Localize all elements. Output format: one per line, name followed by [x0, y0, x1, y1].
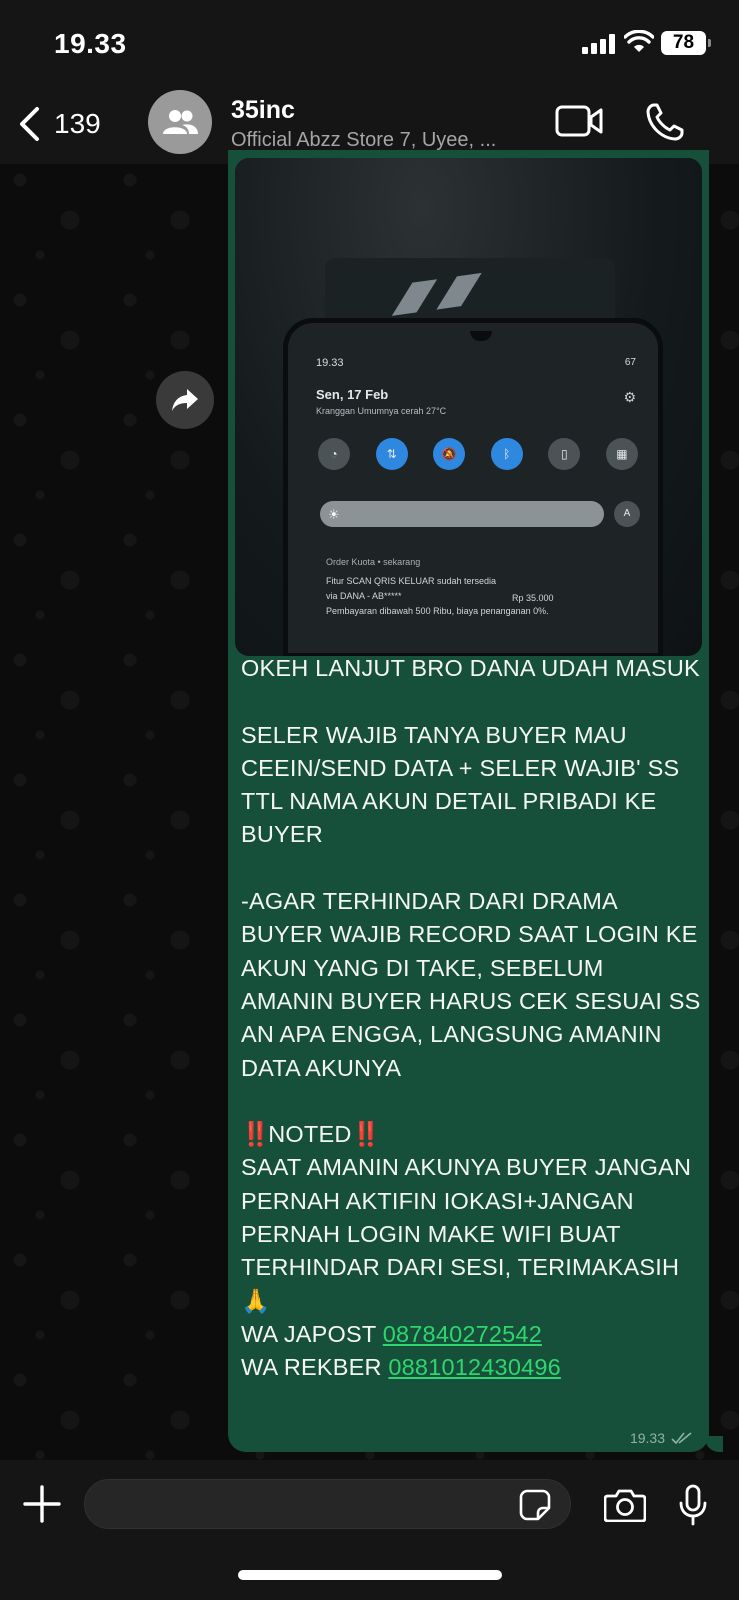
wifi-toggle-icon: ◔ — [318, 438, 350, 470]
video-call-icon[interactable] — [555, 104, 603, 138]
photo-phone-weather: Kranggan Umumnya cerah 27°C — [316, 406, 447, 416]
status-bar: 19.33 78 — [0, 0, 739, 84]
mute-toggle-icon: 🔕 — [433, 438, 466, 470]
double-exclamation-icon: ‼️ — [351, 1121, 381, 1148]
status-time: 19.33 — [54, 28, 127, 59]
sun-icon: ☀ — [328, 507, 340, 522]
photo-phone-date: Sen, 17 Feb — [316, 387, 389, 402]
flashlight-toggle-icon: ▯ — [548, 438, 581, 470]
grid-toggle-icon: ▦ — [605, 438, 638, 470]
sticker-icon[interactable] — [519, 1489, 551, 1521]
read-receipt-icon — [671, 1432, 692, 1444]
phone-call-icon[interactable] — [645, 102, 685, 142]
double-exclamation-icon: ‼️ — [241, 1121, 270, 1148]
wifi-icon — [624, 30, 654, 52]
group-avatar-icon — [163, 110, 198, 134]
group-avatar[interactable] — [148, 90, 212, 154]
message-bubble[interactable]: 19.33 67 Sen, 17 Feb Kranggan Umumnya ce… — [228, 150, 709, 1452]
input-bar — [0, 1460, 739, 1600]
noted-label: NOTED — [268, 1121, 352, 1148]
photo-quick-toggles: ◔ ⇅ 🔕 ᛒ ▯ ▦ — [318, 438, 638, 470]
gear-icon: ⚙ — [623, 389, 636, 405]
photo-phone-battery: 67 — [624, 357, 636, 368]
japost-line: WA JAPOST 087840272542 — [241, 1318, 701, 1351]
battery-indicator: 78 — [661, 31, 711, 55]
rekber-label: WA REKBER — [241, 1354, 389, 1381]
rekber-phone-link[interactable]: 0881012430496 — [388, 1354, 561, 1380]
message-paragraph: OKEH LANJUT BRO DANA UDAH MASUK — [241, 655, 700, 681]
cellular-signal-icon — [582, 34, 616, 54]
photo-notification-amount: Rp 35.000 — [512, 593, 554, 603]
unread-count: 139 — [54, 108, 101, 139]
message-input[interactable] — [84, 1479, 571, 1529]
message-photo[interactable]: 19.33 67 Sen, 17 Feb Kranggan Umumnya ce… — [235, 158, 702, 656]
back-button[interactable]: 139 — [18, 102, 101, 146]
message-meta: 19.33 — [630, 1430, 693, 1446]
home-indicator[interactable] — [238, 1570, 502, 1580]
message-paragraph: -AGAR TERHINDAR DARI DRAMA BUYER WAJIB R… — [241, 888, 701, 1081]
forward-icon — [172, 389, 198, 411]
chat-subtitle[interactable]: Official Abzz Store 7, Uyee, ... — [231, 129, 531, 152]
noted-line: ‼️NOTED‼️ — [241, 1118, 701, 1151]
message-timestamp: 19.33 — [629, 1430, 665, 1446]
photo-notification: Order Kuota • sekarang Fitur SCAN QRIS K… — [326, 557, 549, 616]
photo-phone-time: 19.33 — [316, 357, 344, 369]
photo-phone-screen: 19.33 67 Sen, 17 Feb Kranggan Umumnya ce… — [283, 318, 663, 656]
chat-title[interactable]: 35inc — [231, 96, 295, 125]
brightness-slider: ☀ — [320, 501, 604, 527]
bluetooth-toggle-icon: ᛒ — [490, 438, 523, 470]
japost-label: WA JAPOST — [241, 1320, 383, 1347]
plus-icon[interactable] — [22, 1484, 62, 1524]
data-toggle-icon: ⇅ — [375, 438, 408, 470]
message-paragraph: SELER WAJIB TANYA BUYER MAU CEEIN/SEND D… — [241, 721, 680, 848]
message-paragraph-noted: ‼️NOTED‼️ SAAT AMANIN AKUNYA BUYER JANGA… — [241, 1118, 701, 1384]
back-chevron-icon — [20, 107, 39, 141]
forward-button[interactable] — [156, 371, 214, 429]
rekber-line: WA REKBER 0881012430496 — [241, 1351, 701, 1384]
message-text: OKEH LANJUT BRO DANA UDAH MASUK SELER WA… — [241, 652, 701, 1385]
japost-phone-link[interactable]: 087840272542 — [383, 1321, 542, 1347]
auto-brightness: A — [614, 501, 640, 527]
message-paragraph: SAAT AMANIN AKUNYA BUYER JANGAN PERNAH A… — [241, 1154, 692, 1314]
camera-icon[interactable] — [604, 1488, 646, 1522]
microphone-icon[interactable] — [678, 1484, 708, 1526]
phone-notch — [470, 331, 492, 341]
